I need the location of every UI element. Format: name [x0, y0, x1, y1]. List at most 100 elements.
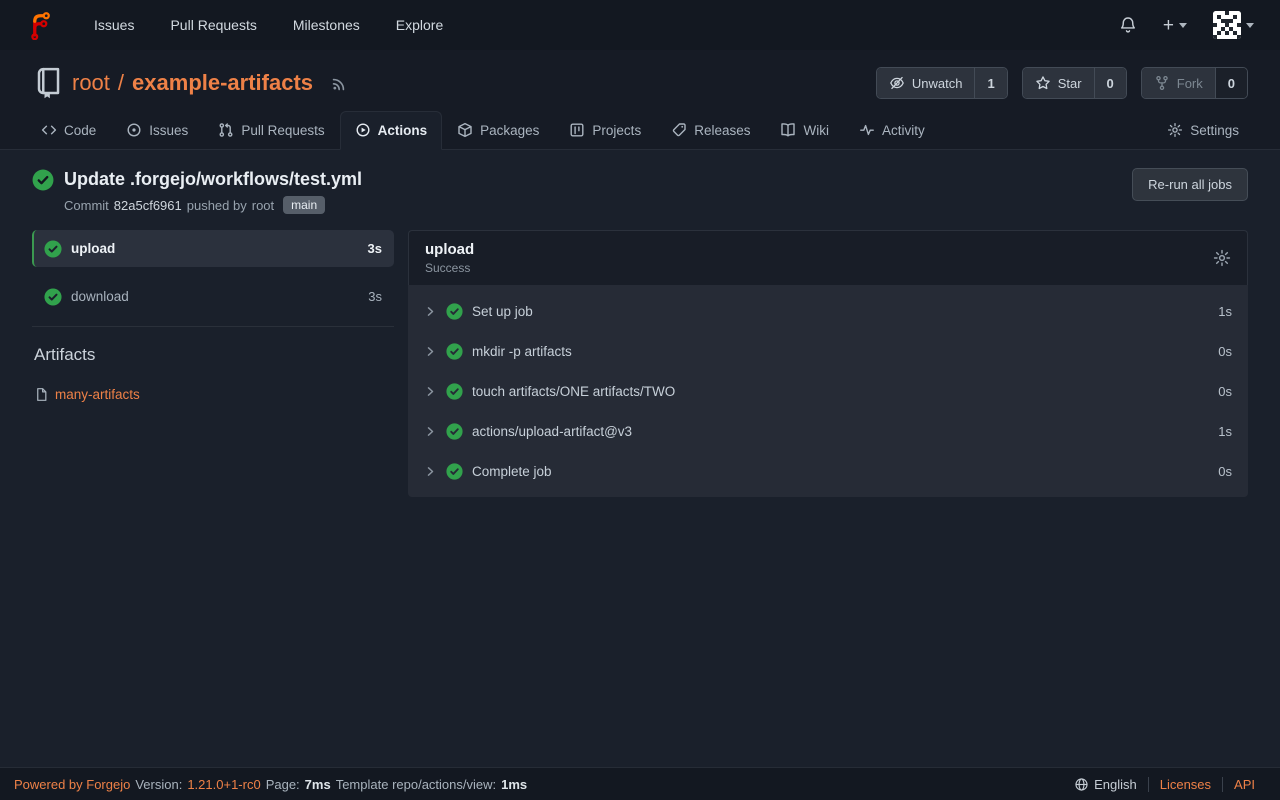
- step-name: Set up job: [472, 304, 533, 319]
- step-name: Complete job: [472, 464, 552, 479]
- licenses-link[interactable]: Licenses: [1160, 777, 1211, 792]
- nav-link-pull-requests[interactable]: Pull Requests: [170, 17, 256, 33]
- step-duration: 1s: [1218, 424, 1232, 439]
- stars-count[interactable]: 0: [1094, 68, 1126, 98]
- tab-issues[interactable]: Issues: [111, 111, 203, 150]
- step-row-touch[interactable]: touch artifacts/ONE artifacts/TWO 0s: [408, 371, 1248, 411]
- repo-action-buttons: Unwatch 1 Star 0: [876, 67, 1248, 99]
- issue-circle-dot-icon: [126, 122, 142, 138]
- repo-name-link[interactable]: example-artifacts: [132, 70, 313, 96]
- tab-actions[interactable]: Actions: [340, 111, 443, 150]
- nav-link-milestones[interactable]: Milestones: [293, 17, 360, 33]
- step-duration: 0s: [1218, 464, 1232, 479]
- rss-icon[interactable]: [331, 75, 348, 92]
- rerun-all-jobs-button[interactable]: Re-run all jobs: [1132, 168, 1248, 201]
- star-label: Star: [1058, 76, 1082, 91]
- unwatch-label: Unwatch: [912, 76, 963, 91]
- tab-projects[interactable]: Projects: [554, 111, 656, 150]
- tab-activity[interactable]: Activity: [844, 111, 940, 150]
- tab-label: Projects: [592, 123, 641, 138]
- tab-label: Pull Requests: [241, 123, 324, 138]
- step-duration: 0s: [1218, 384, 1232, 399]
- repository-icon: [32, 67, 62, 99]
- pusher-link[interactable]: root: [252, 198, 274, 213]
- watch-button-group: Unwatch 1: [876, 67, 1008, 99]
- tab-code[interactable]: Code: [26, 111, 111, 150]
- job-detail-name: upload: [425, 241, 474, 258]
- language-label: English: [1094, 777, 1137, 792]
- language-selector[interactable]: English: [1063, 777, 1148, 792]
- success-check-circle-icon: [446, 423, 463, 440]
- caret-down-icon: [1179, 23, 1187, 28]
- tab-settings[interactable]: Settings: [1152, 111, 1254, 150]
- repo-tabbar: Code Issues Pull Requests Actions P: [0, 111, 1280, 150]
- tab-label: Wiki: [803, 123, 829, 138]
- play-circle-icon: [355, 122, 371, 138]
- nav-link-issues[interactable]: Issues: [94, 17, 134, 33]
- star-icon: [1035, 75, 1051, 91]
- watchers-count[interactable]: 1: [974, 68, 1006, 98]
- run-title: Update .forgejo/workflows/test.yml: [64, 168, 362, 190]
- notifications-bell-icon[interactable]: [1119, 16, 1137, 34]
- fork-button-group: Fork 0: [1141, 67, 1248, 99]
- pushed-by-label: pushed by: [187, 198, 247, 213]
- step-name: touch artifacts/ONE artifacts/TWO: [472, 384, 675, 399]
- tab-releases[interactable]: Releases: [656, 111, 765, 150]
- api-link[interactable]: API: [1234, 777, 1255, 792]
- job-duration: 3s: [368, 289, 382, 304]
- branch-badge[interactable]: main: [283, 196, 325, 214]
- commit-sha-link[interactable]: 82a5cf6961: [114, 198, 182, 213]
- job-status-text: Success: [425, 261, 474, 275]
- powered-by-link[interactable]: Powered by Forgejo: [14, 777, 130, 792]
- template-time-label: Template repo/actions/view:: [336, 777, 496, 792]
- success-check-circle-icon: [446, 343, 463, 360]
- tab-packages[interactable]: Packages: [442, 111, 554, 150]
- unwatch-button[interactable]: Unwatch: [877, 68, 975, 98]
- chevron-right-icon: [424, 305, 437, 318]
- version-label: Version:: [135, 777, 182, 792]
- tab-wiki[interactable]: Wiki: [765, 111, 844, 150]
- pulse-icon: [859, 122, 875, 138]
- job-item-download[interactable]: download 3s: [32, 278, 394, 315]
- step-name: mkdir -p artifacts: [472, 344, 572, 359]
- user-menu[interactable]: [1213, 11, 1254, 39]
- job-duration: 3s: [368, 241, 382, 256]
- chevron-right-icon: [424, 465, 437, 478]
- tab-pull-requests[interactable]: Pull Requests: [203, 111, 339, 150]
- success-check-circle-icon: [446, 463, 463, 480]
- step-list: Set up job 1s mkdir -p artifacts 0s touc…: [408, 285, 1248, 497]
- job-detail-header: upload Success: [408, 230, 1248, 285]
- nav-links: Issues Pull Requests Milestones Explore: [94, 17, 443, 33]
- artifact-download-link[interactable]: many-artifacts: [55, 387, 140, 402]
- tab-label: Code: [64, 123, 96, 138]
- caret-down-icon: [1246, 23, 1254, 28]
- repo-owner-link[interactable]: root: [72, 70, 110, 96]
- fork-button[interactable]: Fork: [1142, 68, 1215, 98]
- job-list-column: upload 3s download 3s Artifacts many-art…: [32, 230, 394, 402]
- success-check-circle-icon: [44, 240, 62, 258]
- template-time-value: 1ms: [501, 777, 527, 792]
- step-row-complete[interactable]: Complete job 0s: [408, 451, 1248, 491]
- gear-icon[interactable]: [1213, 249, 1231, 267]
- project-board-icon: [569, 122, 585, 138]
- footer: Powered by Forgejo Version: 1.21.0+1-rc0…: [0, 767, 1280, 800]
- success-check-circle-icon: [446, 383, 463, 400]
- nav-link-explore[interactable]: Explore: [396, 17, 443, 33]
- step-row-upload-artifact[interactable]: actions/upload-artifact@v3 1s: [408, 411, 1248, 451]
- job-item-upload[interactable]: upload 3s: [32, 230, 394, 267]
- tab-label: Packages: [480, 123, 539, 138]
- job-detail-column: upload Success Set up job 1s mkdir -p ar…: [408, 230, 1248, 497]
- forgejo-logo-icon[interactable]: [26, 10, 56, 40]
- star-button[interactable]: Star: [1023, 68, 1094, 98]
- file-icon: [34, 387, 49, 402]
- tab-label: Settings: [1190, 123, 1239, 138]
- artifacts-heading: Artifacts: [34, 345, 394, 365]
- forks-count[interactable]: 0: [1215, 68, 1247, 98]
- version-link[interactable]: 1.21.0+1-rc0: [187, 777, 260, 792]
- create-new-menu[interactable]: +: [1163, 16, 1187, 35]
- step-duration: 1s: [1218, 304, 1232, 319]
- pull-request-icon: [218, 122, 234, 138]
- repo-title-row: root / example-artifacts Unwatch: [0, 50, 1280, 111]
- step-row-mkdir[interactable]: mkdir -p artifacts 0s: [408, 331, 1248, 371]
- step-row-setup[interactable]: Set up job 1s: [408, 291, 1248, 331]
